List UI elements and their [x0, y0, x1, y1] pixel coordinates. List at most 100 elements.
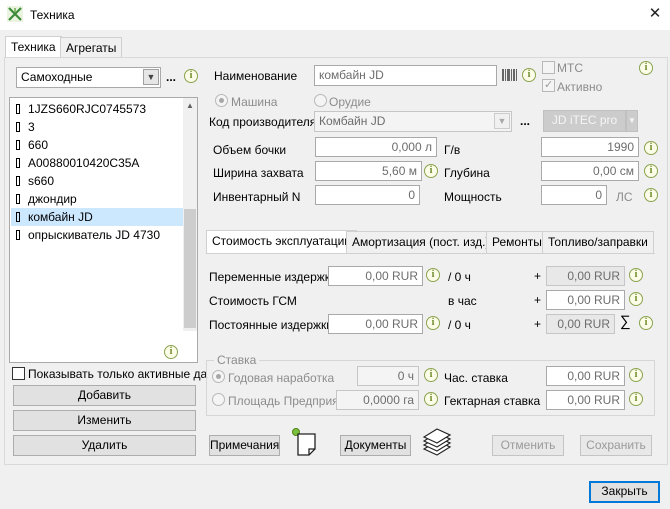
width-label: Ширина захвата [213, 166, 304, 180]
maker-select[interactable]: Комбайн JD ▼ [314, 111, 512, 132]
rate-title: Ставка [214, 353, 260, 367]
edit-button[interactable]: Изменить [13, 410, 196, 431]
sum-icon[interactable]: ∑ [620, 314, 631, 329]
save-button[interactable]: Сохранить [580, 435, 652, 456]
cancel-button[interactable]: Отменить [492, 435, 564, 456]
scroll-up-icon[interactable]: ▲ [186, 101, 194, 110]
ha-rate-info-icon[interactable]: i [629, 392, 643, 406]
maker-value: Комбайн JD [319, 114, 386, 128]
tank-field[interactable]: 0,000 л [315, 137, 437, 157]
area-field[interactable]: 0,0000 га [336, 390, 419, 410]
var-cost-per: / 0 ч [448, 270, 471, 284]
show-active-checkbox[interactable] [12, 367, 25, 380]
jd-itec-button[interactable]: JD iTEC pro [543, 110, 626, 132]
jd-itec-label: JD iTEC pro [551, 113, 618, 127]
year-info-icon[interactable]: i [644, 141, 658, 155]
hour-rate-info-icon[interactable]: i [629, 368, 643, 382]
checkmark-icon: ✓ [544, 79, 554, 91]
scroll-thumb[interactable] [184, 209, 196, 328]
tab-repairs[interactable]: Ремонты [486, 231, 548, 253]
note-icon[interactable] [291, 427, 319, 457]
annual-field[interactable]: 0 ч [357, 366, 419, 386]
area-radio[interactable] [212, 393, 225, 406]
width-field[interactable]: 5,60 м [315, 161, 422, 181]
list-item[interactable]: A00880010420C35A [11, 154, 183, 172]
list-item-label: 1JZS660RJC0745573 [28, 102, 147, 116]
filter-select[interactable]: Самоходные ▼ [16, 67, 161, 88]
fuel-total-info-icon[interactable]: i [629, 292, 643, 306]
plus-sign: + [534, 317, 542, 331]
tab-depreciation[interactable]: Амортизация (пост. изд.) [346, 231, 496, 253]
list-item[interactable]: 1JZS660RJC0745573 [11, 100, 183, 118]
depth-field[interactable]: 0,00 см [541, 161, 639, 181]
tool-radio[interactable] [314, 94, 327, 107]
close-icon[interactable]: ✕ [646, 4, 664, 24]
filter-value: Самоходные [21, 70, 93, 84]
fixed-cost-info-icon[interactable]: i [426, 316, 440, 330]
item-marker [16, 122, 20, 132]
plus-sign: + [534, 269, 542, 283]
machine-radio[interactable] [215, 94, 228, 107]
list-item-label: опрыскиватель JD 4730 [28, 228, 160, 242]
area-info-icon[interactable]: i [424, 392, 438, 406]
notes-button[interactable]: Примечания [209, 435, 280, 456]
list-item[interactable]: джондир [11, 190, 183, 208]
close-button[interactable]: Закрыть [589, 481, 660, 503]
tab-aggregates[interactable]: Агрегаты [60, 37, 123, 59]
name-info-icon[interactable]: i [522, 68, 536, 82]
fixed-total-field[interactable]: 0,00 RUR [546, 314, 615, 334]
depth-info-icon[interactable]: i [644, 164, 658, 178]
filter-ellipsis-button[interactable]: ... [166, 70, 176, 84]
fixed-cost-field[interactable]: 0,00 RUR [328, 314, 423, 334]
year-label: Г/в [444, 143, 461, 157]
var-cost-info-icon[interactable]: i [426, 268, 440, 282]
app-icon [7, 6, 23, 22]
width-info-icon[interactable]: i [424, 164, 438, 178]
documents-button[interactable]: Документы [340, 435, 411, 456]
item-marker [16, 140, 20, 150]
annual-radio[interactable] [212, 370, 225, 383]
list-item[interactable]: опрыскиватель JD 4730 [11, 226, 183, 244]
delete-button[interactable]: Удалить [13, 435, 196, 456]
hour-rate-field[interactable]: 0,00 RUR [546, 366, 625, 386]
power-info-icon[interactable]: i [644, 188, 658, 202]
fuel-total-field[interactable]: 0,00 RUR [546, 290, 625, 310]
year-field[interactable]: 1990 [541, 137, 639, 157]
list-info-icon[interactable]: i [164, 345, 178, 359]
barcode-icon[interactable] [502, 68, 518, 82]
mts-info-icon[interactable]: i [639, 61, 653, 75]
hour-rate-label: Час. ставка [444, 371, 508, 385]
tab-operating-cost[interactable]: Стоимость эксплуатации [206, 230, 358, 254]
active-label: Активно [557, 80, 603, 94]
inventory-field[interactable]: 0 [315, 185, 420, 205]
list-item[interactable]: 3 [11, 118, 183, 136]
jd-dropdown-icon[interactable]: ▼ [626, 110, 638, 132]
list-item[interactable]: s660 [11, 172, 183, 190]
chevron-down-icon[interactable]: ▼ [143, 69, 159, 85]
chevron-down-icon[interactable]: ▼ [494, 113, 510, 129]
fuel-cost-per: в час [448, 294, 477, 308]
documents-icon[interactable] [421, 425, 453, 459]
item-marker [16, 194, 20, 204]
var-cost-field[interactable]: 0,00 RUR [328, 266, 423, 286]
var-total-field[interactable]: 0,00 RUR [546, 266, 625, 286]
filter-info-icon[interactable]: i [184, 69, 198, 83]
fixed-total-info-icon[interactable]: i [639, 316, 653, 330]
active-checkbox[interactable]: ✓ [542, 79, 555, 92]
list-scrollbar[interactable]: ▲ [183, 98, 197, 331]
window-title: Техника [30, 8, 75, 22]
equipment-list[interactable]: 1JZS660RJC0745573 3 660 A00880010420C35A… [9, 97, 198, 363]
power-unit: ЛС [616, 190, 633, 204]
var-total-info-icon[interactable]: i [629, 268, 643, 282]
add-button[interactable]: Добавить [13, 385, 196, 406]
list-item-selected[interactable]: комбайн JD [11, 208, 183, 226]
annual-info-icon[interactable]: i [424, 368, 438, 382]
mts-checkbox[interactable] [542, 61, 555, 74]
name-field[interactable]: комбайн JD [314, 65, 497, 86]
power-field[interactable]: 0 [541, 185, 607, 205]
maker-ellipsis-button[interactable]: ... [520, 114, 530, 128]
list-item[interactable]: 660 [11, 136, 183, 154]
ha-rate-field[interactable]: 0,00 RUR [546, 390, 625, 410]
tool-label: Орудие [329, 95, 371, 109]
tab-fuel[interactable]: Топливо/заправки [542, 231, 654, 253]
